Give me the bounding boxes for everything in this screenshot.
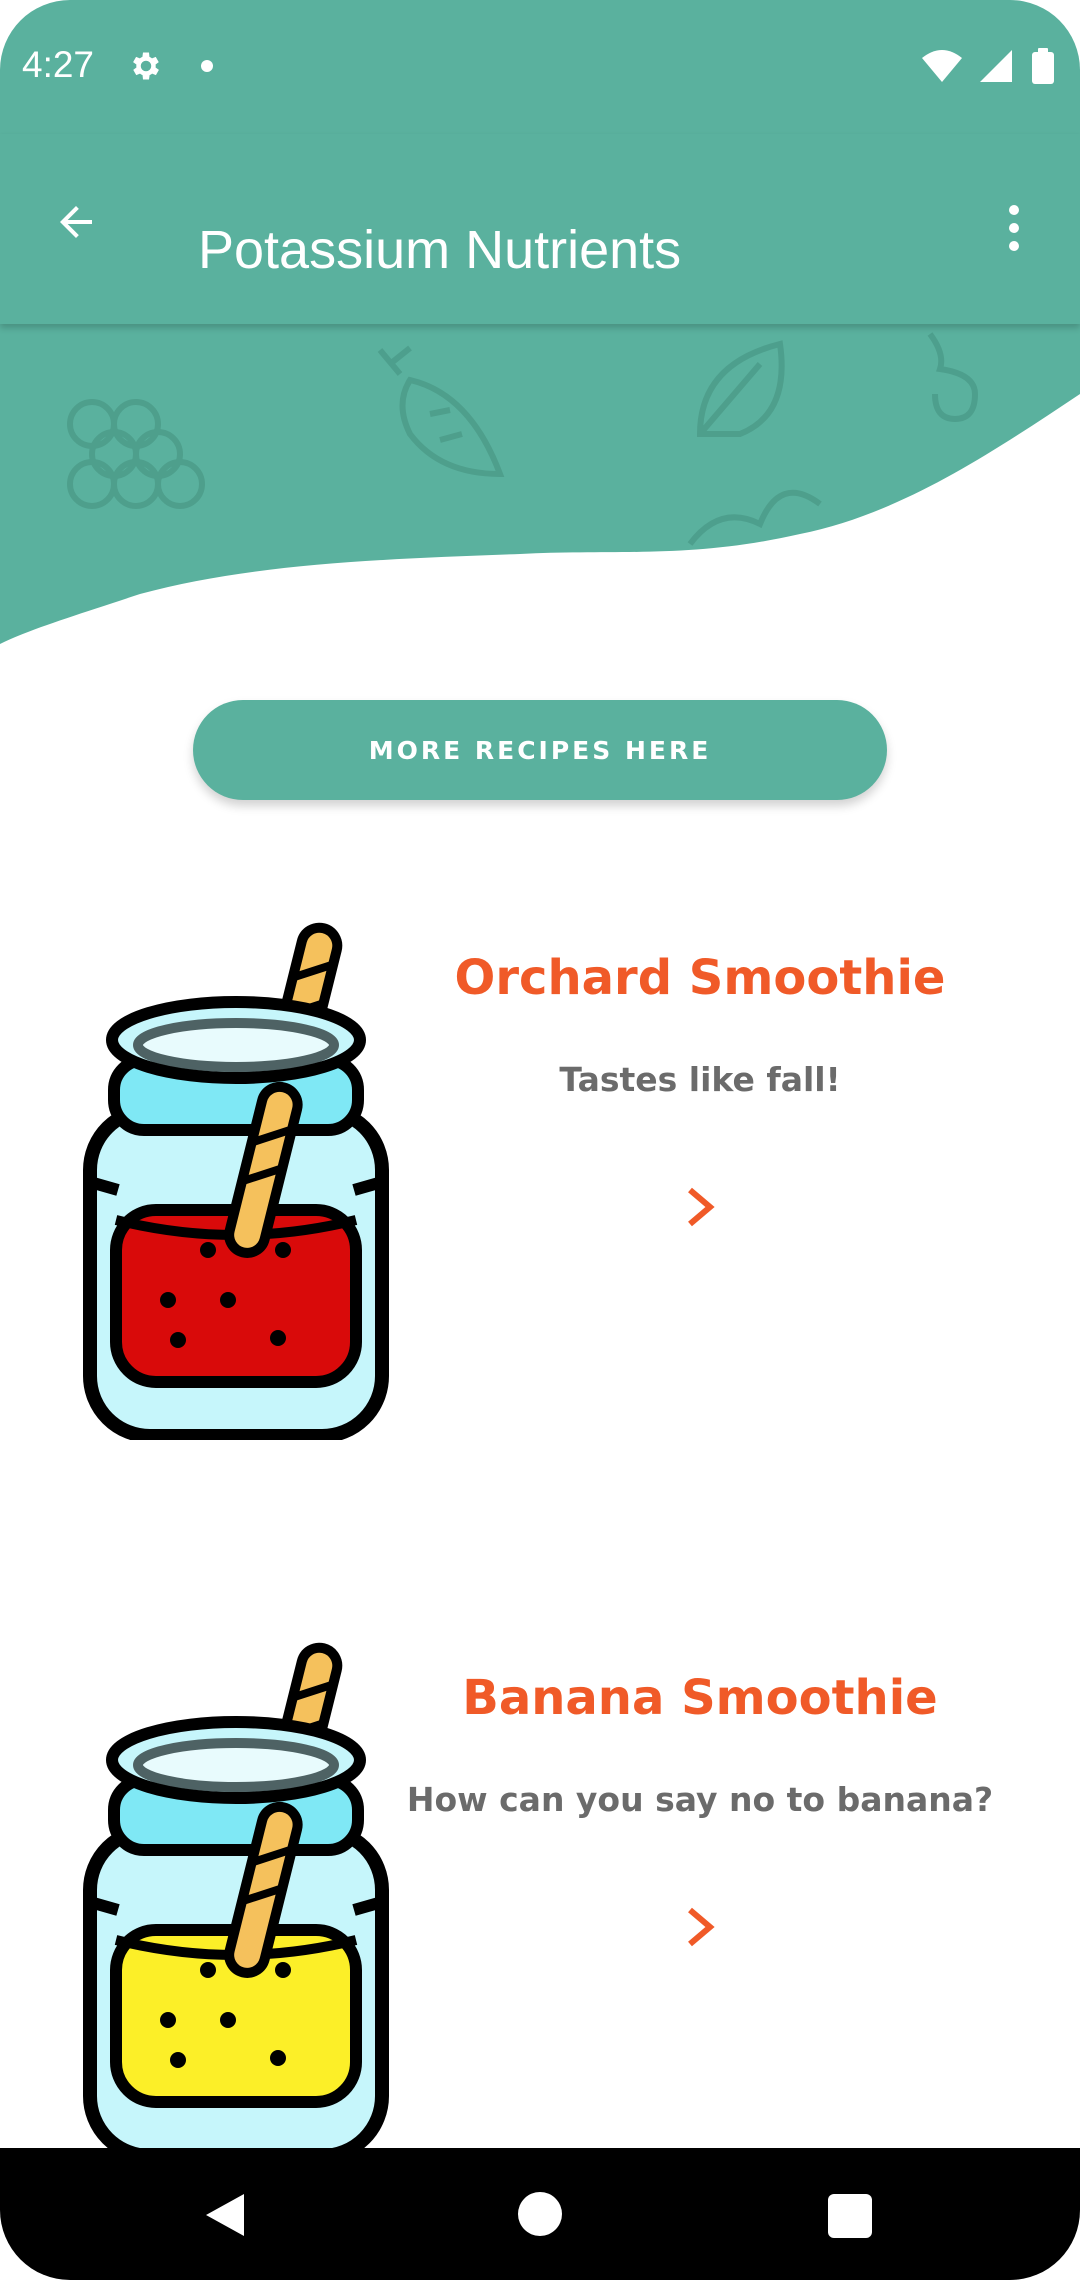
system-status-icons — [922, 48, 1054, 84]
recipe-title: Orchard Smoothie — [454, 950, 946, 1006]
more-vert-icon — [1009, 205, 1019, 215]
page-title: Potassium Nutrients — [198, 220, 682, 280]
status-time: 4:27 — [22, 44, 95, 85]
recipe-subtitle: Tastes like fall! — [559, 1060, 841, 1099]
recipe-card[interactable]: Banana Smoothie How can you say no to ba… — [0, 1640, 1080, 2200]
chevron-right-icon[interactable] — [680, 1902, 720, 1952]
back-button[interactable] — [36, 182, 116, 262]
more-vert-dot — [1009, 223, 1019, 233]
more-vert-dot — [1009, 241, 1019, 251]
app-screen: 4:27 Potassium Nutrients MORE RECIPES HE… — [0, 0, 1080, 2280]
jar-icon — [83, 1642, 389, 2160]
jar-icon — [83, 922, 389, 1440]
dot-icon — [201, 60, 213, 72]
recipe-subtitle: How can you say no to banana? — [406, 1780, 994, 1819]
more-options-button[interactable] — [984, 188, 1044, 268]
app-bar: Potassium Nutrients — [0, 134, 1080, 324]
gear-icon — [133, 52, 159, 80]
system-navigation-bar — [0, 2148, 1080, 2280]
back-arrow-icon — [60, 206, 92, 238]
signal-icon — [980, 50, 1012, 82]
status-bar: 4:27 — [0, 0, 1080, 134]
nav-back-icon[interactable] — [200, 2190, 250, 2240]
nav-recents-icon[interactable] — [828, 2194, 872, 2238]
battery-icon — [1032, 48, 1054, 84]
recipe-card[interactable]: Orchard Smoothie Tastes like fall! — [0, 920, 1080, 1480]
chevron-right-icon[interactable] — [680, 1182, 720, 1232]
recipe-title: Banana Smoothie — [462, 1670, 938, 1726]
wifi-icon — [922, 50, 962, 82]
nav-home-icon[interactable] — [518, 2192, 562, 2236]
more-recipes-button[interactable]: MORE RECIPES HERE — [193, 700, 887, 800]
header-wave-background — [0, 324, 1080, 644]
